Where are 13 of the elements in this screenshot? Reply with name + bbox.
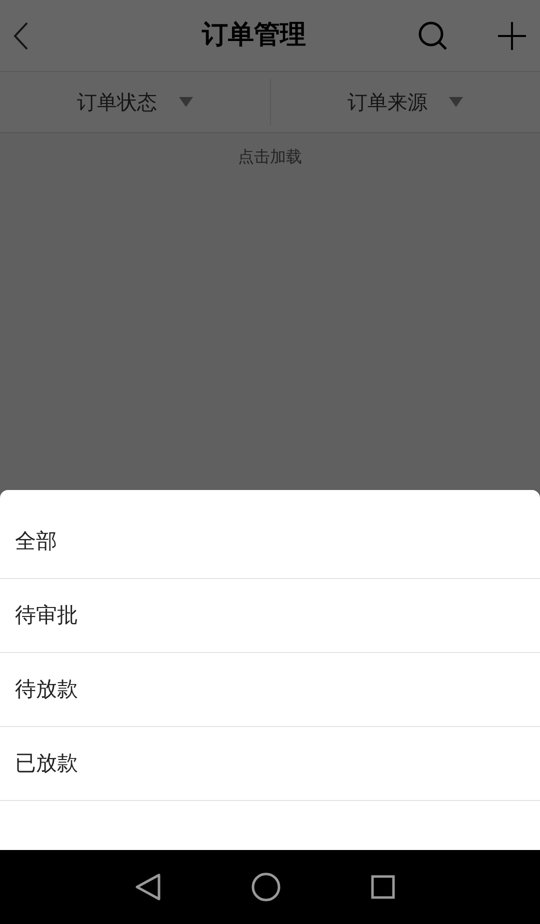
search-icon[interactable] [418,20,448,50]
add-icon[interactable] [498,22,526,50]
option-item[interactable]: 待放款 [0,653,540,727]
dropdown-arrow-icon[interactable] [449,97,464,107]
recent-apps-icon[interactable] [371,875,395,899]
back-icon[interactable] [135,873,161,901]
option-item[interactable]: 已放款 [0,727,540,801]
home-icon[interactable] [251,872,281,902]
back-icon[interactable] [12,22,30,50]
page-title: 订单管理 [200,19,307,52]
dropdown-arrow-icon[interactable] [178,97,193,107]
option-item[interactable]: 全部 [0,505,540,579]
option-item[interactable]: 待审批 [0,579,540,653]
